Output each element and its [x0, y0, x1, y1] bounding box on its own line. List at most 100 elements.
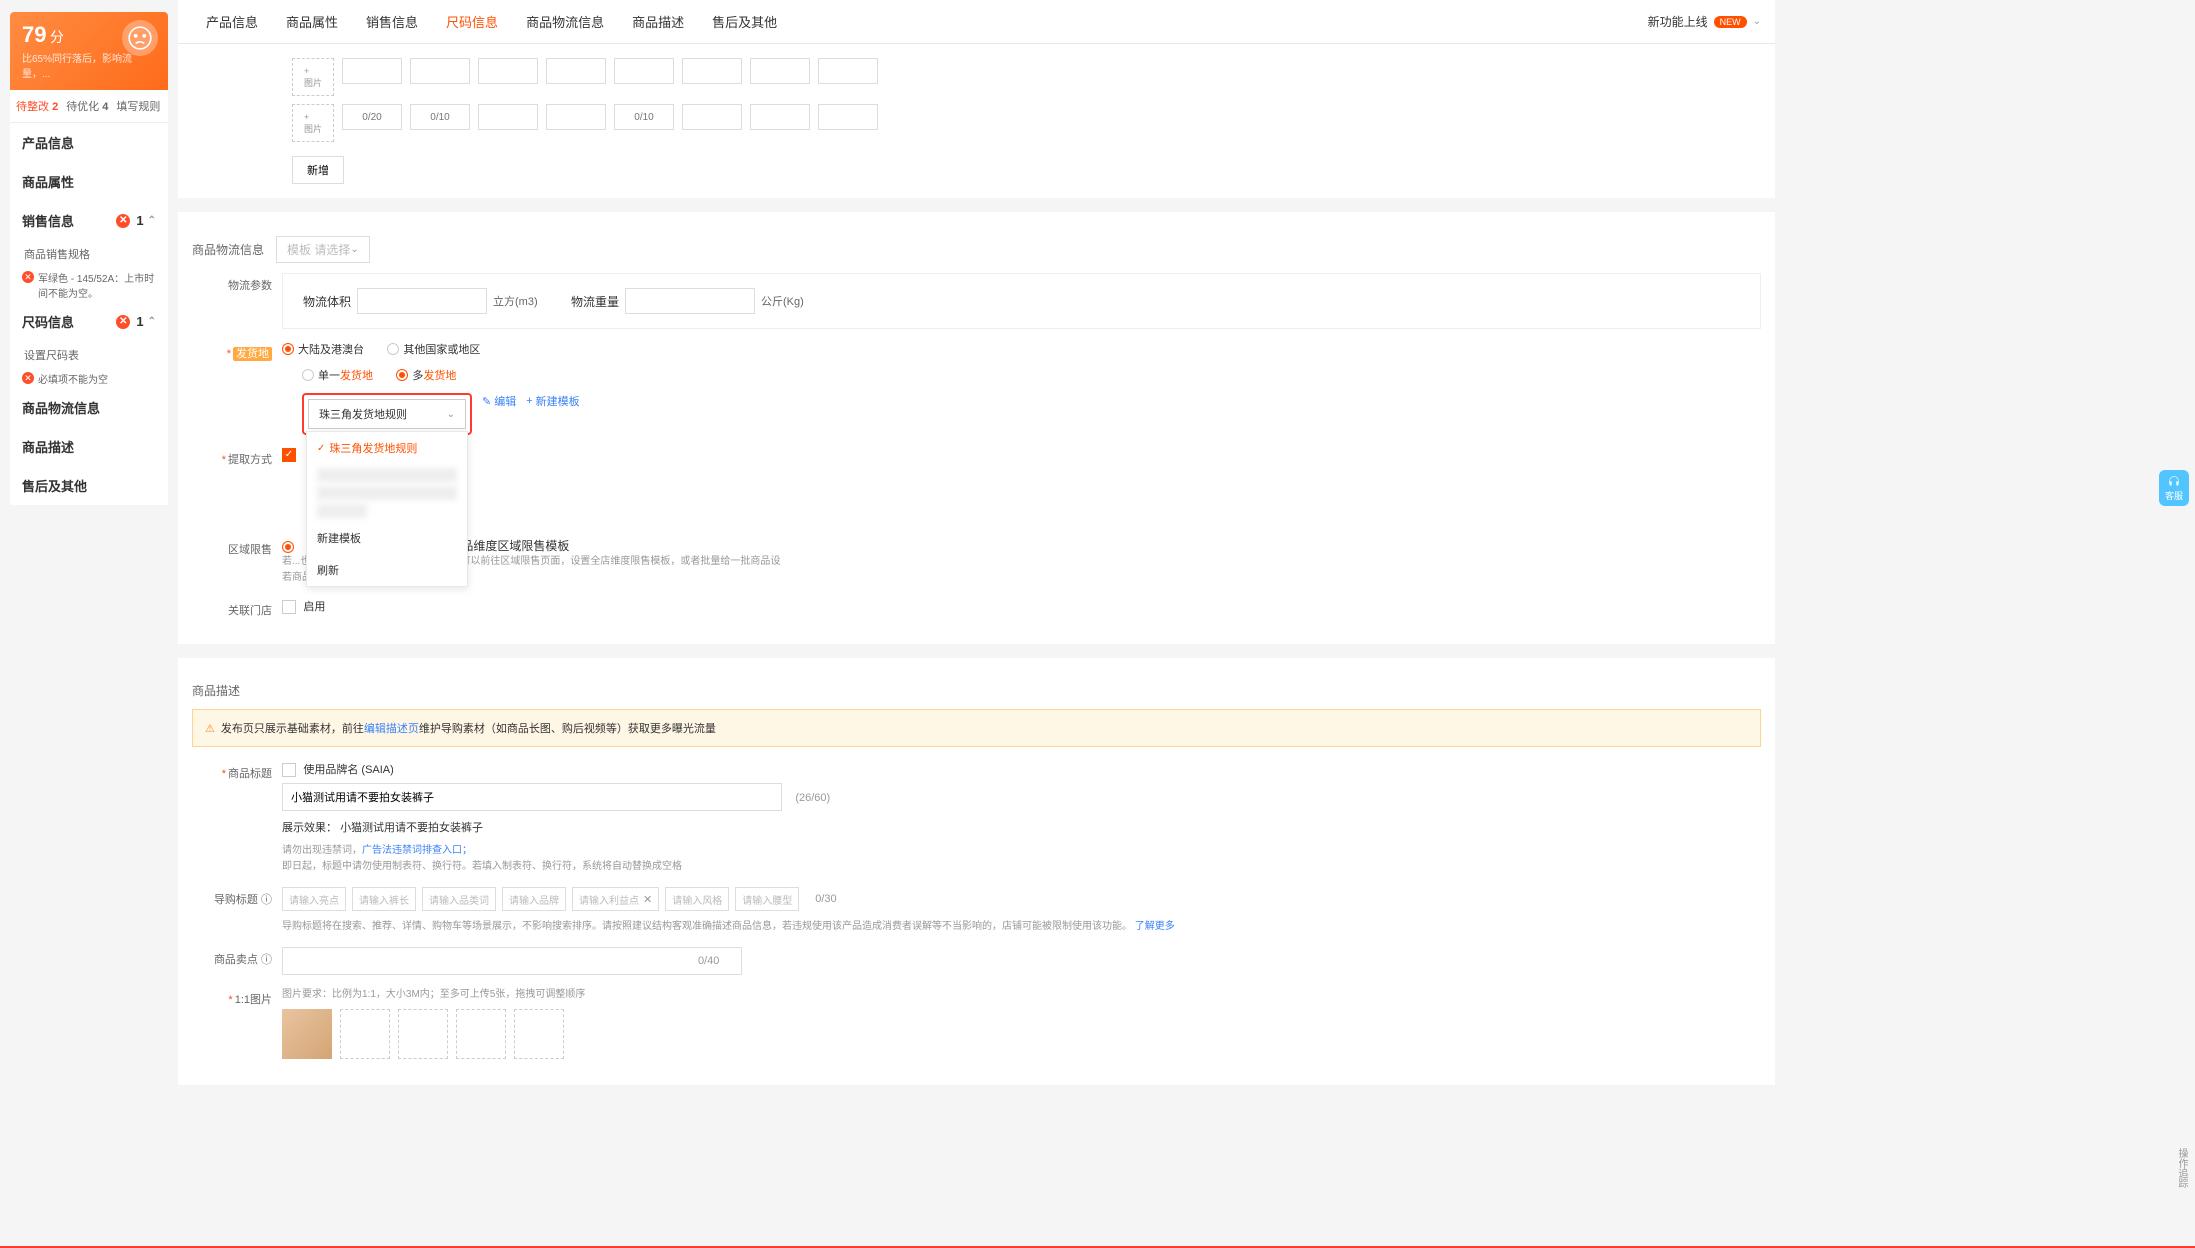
top-tabs: 产品信息 商品属性 销售信息 尺码信息 商品物流信息 商品描述 售后及其他 新功…	[178, 0, 1775, 44]
volume-label: 物流体积	[303, 293, 351, 310]
chevron-down-icon: ⌄	[350, 244, 358, 255]
size-input-7[interactable]	[750, 58, 810, 84]
size-counter-6[interactable]	[682, 104, 742, 130]
guide-tag-highlight[interactable]: 请输入亮点	[282, 887, 346, 911]
size-counter-8[interactable]	[818, 104, 878, 130]
guide-tag-brand[interactable]: 请输入品牌	[502, 887, 566, 911]
nav-size-info[interactable]: 尺码信息 ✕1⌃	[10, 302, 168, 341]
radio-region-template[interactable]	[282, 541, 294, 553]
store-label: 关联门店	[192, 598, 282, 618]
weight-label: 物流重量	[571, 293, 619, 310]
tab-product-attr[interactable]: 商品属性	[272, 0, 352, 43]
error-badge-icon: ✕	[116, 214, 130, 228]
left-sidebar: 79 分 比65%同行落后，影响流量，... 待整改 2 待优化 4 填写规则 …	[10, 12, 168, 505]
image-upload-box[interactable]: +图片	[292, 58, 334, 96]
nav-product-info[interactable]: 产品信息	[10, 123, 168, 162]
guide-tag-category[interactable]: 请输入品类词	[422, 887, 496, 911]
highlighted-dropdown: 珠三角发货地规则 ⌄	[302, 393, 472, 435]
dropdown-new-template[interactable]: 新建模板	[307, 522, 467, 554]
nav-product-attr[interactable]: 商品属性	[10, 162, 168, 201]
blurred-option	[317, 504, 367, 518]
new-feature-label[interactable]: 新功能上线	[1648, 13, 1708, 30]
nav-sales-info[interactable]: 销售信息 ✕1⌃	[10, 201, 168, 240]
product-title-input[interactable]	[282, 783, 782, 811]
chevron-down-icon: ⌄	[447, 409, 455, 420]
size-counter-7[interactable]	[750, 104, 810, 130]
image-upload-box[interactable]: +图片	[292, 104, 334, 142]
edit-link[interactable]: ✎编辑	[482, 393, 516, 409]
dropdown-refresh[interactable]: 刷新	[307, 554, 467, 586]
status-tabs: 待整改 2 待优化 4 填写规则	[10, 90, 168, 122]
image-upload-slot[interactable]	[514, 1009, 564, 1059]
size-counter-2[interactable]	[410, 104, 470, 130]
title-label: *商品标题	[192, 761, 282, 781]
template-select[interactable]: 模板 请选择 ⌄	[276, 236, 370, 263]
radio-multi-ship[interactable]	[396, 369, 408, 381]
description-title: 商品描述	[192, 682, 240, 699]
size-input-2[interactable]	[410, 58, 470, 84]
enable-checkbox[interactable]	[282, 600, 296, 614]
size-counter-1[interactable]	[342, 104, 402, 130]
image-upload-slot[interactable]	[340, 1009, 390, 1059]
image-upload-slot[interactable]	[398, 1009, 448, 1059]
nav-size-error: ✕必填项不能为空	[10, 369, 168, 388]
edit-desc-link[interactable]: 编辑描述页	[364, 723, 419, 735]
guide-tag-benefit[interactable]: 请输入利益点✕	[572, 887, 659, 911]
radio-single-ship[interactable]	[302, 369, 314, 381]
tab-product-info[interactable]: 产品信息	[192, 0, 272, 43]
close-icon[interactable]: ✕	[643, 893, 652, 906]
tab-description[interactable]: 商品描述	[618, 0, 698, 43]
image-upload-slot[interactable]	[456, 1009, 506, 1059]
status-pending-fix[interactable]: 待整改 2	[16, 98, 58, 114]
nav-logistics[interactable]: 商品物流信息	[10, 388, 168, 427]
nav-sales-error: ✕军绿色 - 145/52A：上市时间不能为空。	[10, 268, 168, 302]
chevron-up-icon: ⌃	[148, 316, 156, 327]
new-template-link[interactable]: +新建模板	[526, 393, 579, 409]
pickup-checkbox[interactable]: ✓	[282, 448, 296, 462]
tab-size-info[interactable]: 尺码信息	[432, 0, 512, 43]
weight-input[interactable]	[625, 288, 755, 314]
brand-checkbox[interactable]	[282, 763, 296, 777]
status-rules[interactable]: 填写规则	[116, 98, 160, 114]
size-input-4[interactable]	[546, 58, 606, 84]
tab-logistics[interactable]: 商品物流信息	[512, 0, 618, 43]
learn-more-link[interactable]: 了解更多	[1135, 921, 1175, 932]
size-counter-4[interactable]	[546, 104, 606, 130]
size-counter-5[interactable]	[614, 104, 674, 130]
guide-tag-waist[interactable]: 请输入腰型	[735, 887, 799, 911]
main-content: 产品信息 商品属性 销售信息 尺码信息 商品物流信息 商品描述 售后及其他 新功…	[178, 0, 1775, 1139]
score-card: 79 分 比65%同行落后，影响流量，...	[10, 12, 168, 90]
guide-tag-length[interactable]: 请输入裤长	[352, 887, 416, 911]
chevron-down-icon[interactable]: ⌄	[1753, 16, 1761, 27]
operation-tracking-button[interactable]: 操作追踪	[2159, 1148, 2189, 1188]
customer-service-button[interactable]: 客服	[2159, 470, 2189, 506]
pickup-label: *提取方式	[192, 447, 282, 467]
size-input-3[interactable]	[478, 58, 538, 84]
size-input-6[interactable]	[682, 58, 742, 84]
check-icon: ✓	[317, 443, 325, 454]
selling-point-input[interactable]	[282, 947, 742, 975]
nav-sales-spec[interactable]: 商品销售规格	[10, 240, 168, 268]
region-hint: 若...也会生效。此处会有文案进行提示。可以前往区域限售页面，设置全店维度限售模…	[282, 554, 1761, 586]
size-counter-3[interactable]	[478, 104, 538, 130]
product-image-thumb[interactable]	[282, 1009, 332, 1059]
image-hint: 图片要求：比例为1:1，大小3M内；至多可上传5张，拖拽可调整顺序	[282, 987, 1761, 1003]
guide-tag-style[interactable]: 请输入风格	[665, 887, 729, 911]
radio-other-country[interactable]	[387, 343, 399, 355]
nav-size-table[interactable]: 设置尺码表	[10, 341, 168, 369]
status-pending-optimize[interactable]: 待优化 4	[66, 98, 108, 114]
tab-sales-info[interactable]: 销售信息	[352, 0, 432, 43]
size-input-5[interactable]	[614, 58, 674, 84]
add-button[interactable]: 新增	[292, 156, 344, 184]
blurred-option	[317, 486, 457, 500]
dropdown-option-selected[interactable]: ✓ 珠三角发货地规则	[307, 432, 467, 464]
ship-rule-select[interactable]: 珠三角发货地规则 ⌄	[308, 399, 466, 429]
size-input-1[interactable]	[342, 58, 402, 84]
ad-law-link[interactable]: 广告法违禁词排查入口；	[362, 845, 472, 856]
radio-mainland[interactable]	[282, 343, 294, 355]
nav-after-sales[interactable]: 售后及其他	[10, 466, 168, 505]
size-input-8[interactable]	[818, 58, 878, 84]
tab-after-sales[interactable]: 售后及其他	[698, 0, 791, 43]
nav-description[interactable]: 商品描述	[10, 427, 168, 466]
volume-input[interactable]	[357, 288, 487, 314]
